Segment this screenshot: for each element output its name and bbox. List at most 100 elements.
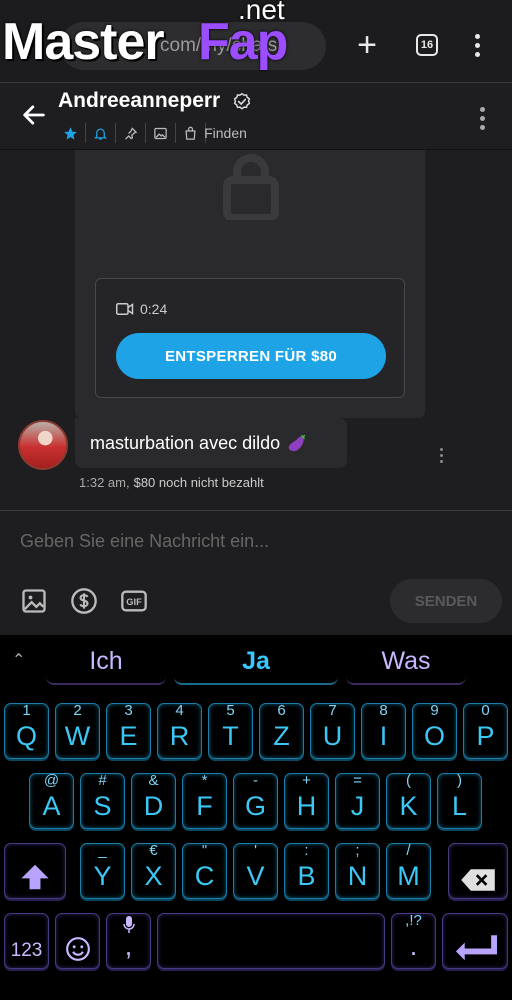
key-z-secondary: 6	[277, 702, 286, 719]
message-input[interactable]	[20, 525, 490, 557]
key-q[interactable]: 1Q	[4, 702, 49, 759]
bell-icon[interactable]	[86, 123, 116, 143]
key-v-label: V	[246, 861, 265, 891]
key-x[interactable]: € X	[131, 842, 176, 899]
svg-text:GIF: GIF	[126, 597, 142, 607]
key-k-label: K	[399, 791, 418, 821]
star-icon[interactable]	[56, 123, 86, 143]
emoji-key[interactable]	[55, 913, 100, 969]
key-e-label: E	[119, 721, 138, 751]
key-c[interactable]: " C	[182, 842, 227, 899]
key-i[interactable]: 8I	[361, 702, 406, 759]
tab-switcher-button[interactable]: 16	[410, 28, 444, 62]
chat-messages[interactable]: 0:24 ENTSPERREN FÜR $80 masturbation ave…	[0, 150, 512, 510]
key-p-secondary: 0	[481, 702, 490, 719]
key-e[interactable]: 3E	[106, 702, 151, 759]
key-e-secondary: 3	[124, 702, 133, 719]
key-u[interactable]: 7U	[310, 702, 355, 759]
key-a-secondary: @	[43, 772, 60, 789]
period-key-secondary: ,!?	[405, 912, 422, 929]
browser-menu-icon[interactable]	[460, 28, 494, 62]
browser-toolbar: com/my/chats Master Fap .net + 16	[0, 0, 512, 82]
gif-icon[interactable]: GIF	[120, 587, 148, 615]
key-o-label: O	[423, 721, 445, 751]
period-key[interactable]: ,!?.	[391, 912, 436, 969]
key-a-label: A	[42, 791, 61, 821]
key-j[interactable]: = J	[335, 772, 380, 829]
message-bubble[interactable]: masturbation avec dildo	[75, 418, 347, 468]
key-n[interactable]: ; N	[335, 842, 380, 899]
key-d-secondary: &	[148, 772, 159, 789]
unlock-button[interactable]: ENTSPERREN FÜR $80	[116, 333, 386, 379]
space-key[interactable]	[157, 913, 385, 969]
new-tab-icon[interactable]: +	[350, 28, 384, 62]
send-button[interactable]: SENDEN	[390, 579, 502, 623]
key-h[interactable]: + H	[284, 772, 329, 829]
key-a[interactable]: @ A	[29, 772, 74, 829]
key-w[interactable]: 2W	[55, 702, 100, 759]
key-s-label: S	[93, 791, 112, 821]
period-key-label: .	[409, 931, 418, 961]
key-x-label: X	[144, 861, 163, 891]
key-f[interactable]: * F	[182, 772, 227, 829]
suggestion-1[interactable]: Ich	[46, 639, 166, 685]
key-k[interactable]: (K	[386, 772, 431, 829]
key-z[interactable]: 6Z	[259, 702, 304, 759]
image-icon[interactable]	[146, 123, 176, 143]
back-arrow-icon[interactable]	[20, 101, 48, 129]
key-m-secondary: /	[406, 842, 411, 859]
key-m-label: M	[397, 861, 420, 891]
mic-icon	[123, 916, 135, 933]
suggestion-bar: ⌃ Ich Ja Was	[0, 635, 512, 687]
key-f-label: F	[196, 791, 213, 821]
chat-actions: Finden	[56, 123, 247, 143]
message-status: $80 noch nicht bezahlt	[133, 475, 264, 490]
avatar[interactable]	[18, 420, 68, 470]
numbers-key[interactable]: 123	[4, 913, 49, 969]
chat-menu-icon[interactable]	[480, 107, 485, 130]
key-r-secondary: 4	[175, 702, 184, 719]
suggestion-3[interactable]: Was	[346, 639, 466, 685]
key-c-secondary: "	[201, 842, 208, 859]
key-r-label: R	[169, 721, 190, 751]
chat-contact-name[interactable]: Andreeanneperr	[58, 89, 220, 113]
key-l-label: L	[451, 791, 468, 821]
message-meta: 1:32 am, $80 noch nicht bezahlt	[79, 475, 264, 490]
comma-key[interactable]: ,	[106, 913, 151, 969]
key-z-label: Z	[273, 721, 290, 751]
video-camera-icon	[116, 303, 134, 315]
key-t[interactable]: 5T	[208, 702, 253, 759]
shift-key[interactable]	[4, 843, 66, 899]
message-menu-icon[interactable]	[440, 448, 443, 463]
dollar-tip-icon[interactable]	[70, 587, 98, 615]
enter-key[interactable]	[442, 913, 508, 969]
key-o-secondary: 9	[430, 702, 439, 719]
key-l[interactable]: ) L	[437, 772, 482, 829]
key-l-secondary: )	[457, 772, 462, 789]
key-b[interactable]: :B	[284, 842, 329, 899]
key-g[interactable]: -G	[233, 772, 278, 829]
suggestion-2[interactable]: Ja	[174, 639, 338, 685]
attach-image-icon[interactable]	[20, 587, 48, 615]
shopping-bag-icon[interactable]	[176, 123, 206, 143]
key-t-secondary: 5	[226, 702, 235, 719]
key-j-secondary: =	[353, 772, 362, 789]
pin-icon[interactable]	[116, 123, 146, 143]
key-i-secondary: 8	[379, 702, 388, 719]
locked-video-card: 0:24 ENTSPERREN FÜR $80	[95, 278, 405, 398]
verified-badge-icon	[233, 92, 251, 110]
key-h-label: H	[296, 791, 317, 821]
chevron-up-down-icon[interactable]: ⌃	[12, 651, 30, 671]
find-button[interactable]: Finden	[204, 123, 247, 143]
key-y[interactable]: _ Y	[80, 842, 125, 899]
key-v[interactable]: ' V	[233, 842, 278, 899]
key-m[interactable]: / M	[386, 842, 431, 899]
message-time: 1:32 am,	[79, 475, 130, 490]
key-p[interactable]: 0P	[463, 702, 508, 759]
key-d-label: D	[143, 791, 164, 821]
key-o[interactable]: 9O	[412, 702, 457, 759]
key-s[interactable]: # S	[80, 772, 125, 829]
key-d[interactable]: & D	[131, 772, 176, 829]
backspace-key[interactable]	[448, 843, 508, 899]
key-r[interactable]: 4R	[157, 702, 202, 759]
